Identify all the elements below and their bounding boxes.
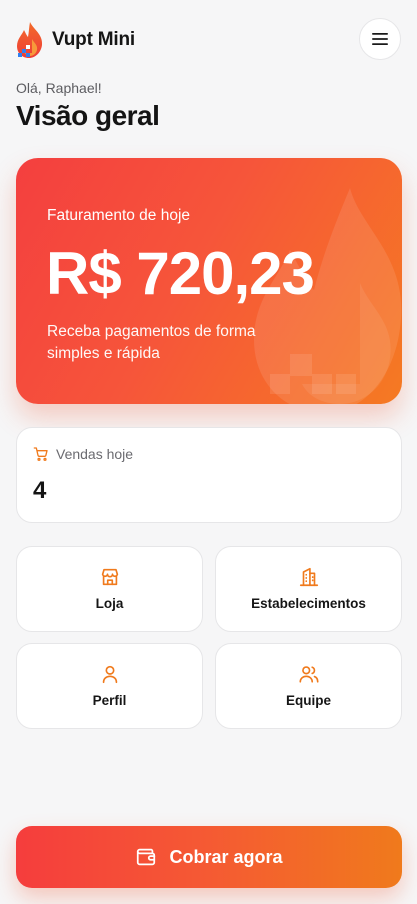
tile-label: Equipe [285, 692, 331, 708]
hamburger-icon [372, 33, 388, 45]
menu-button[interactable] [359, 18, 401, 60]
store-icon [101, 568, 118, 585]
sales-today-card: Vendas hoje 4 [16, 427, 402, 523]
wallet-icon [137, 848, 156, 866]
sales-label: Vendas hoje [56, 446, 134, 462]
revenue-label: Faturamento de hoje [47, 207, 191, 224]
users-icon [298, 665, 319, 683]
tile-estabelecimentos[interactable]: Estabelecimentos [215, 546, 402, 632]
sales-value: 4 [33, 477, 47, 504]
tile-label: Perfil [92, 692, 127, 708]
sales-header: Vendas hoje [33, 446, 133, 462]
page-title: Visão geral [16, 100, 160, 131]
tile-equipe[interactable]: Equipe [215, 643, 402, 729]
brand-name: Vupt Mini [52, 29, 135, 50]
brand-logo-icon [17, 22, 43, 58]
tile-perfil[interactable]: Perfil [16, 643, 203, 729]
charge-now-button[interactable]: Cobrar agora [16, 826, 402, 888]
cart-icon [33, 447, 48, 461]
app-header: Vupt Mini [0, 0, 417, 78]
tile-label: Estabelecimentos [251, 595, 366, 611]
user-icon [102, 665, 117, 683]
brand: Vupt Mini [16, 20, 135, 60]
greeting: Olá, Raphael! [16, 80, 102, 96]
charge-now-label: Cobrar agora [169, 846, 283, 867]
revenue-description: Receba pagamentos de forma simples e ráp… [47, 323, 256, 362]
building-icon [299, 567, 318, 586]
revenue-value: R$ 720,23 [46, 240, 315, 307]
revenue-card: Faturamento de hoje R$ 720,23 Receba pag… [16, 158, 402, 404]
tile-loja[interactable]: Loja [16, 546, 203, 632]
tile-label: Loja [95, 595, 124, 611]
